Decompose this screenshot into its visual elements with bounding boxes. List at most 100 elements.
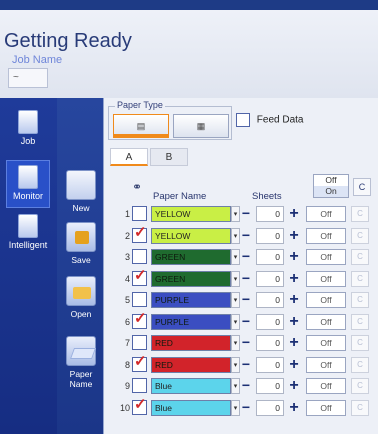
checkmark-icon: ✓	[134, 352, 147, 370]
off-toggle-button[interactable]: Off	[306, 313, 346, 330]
paper-name-field[interactable]: RED	[151, 335, 231, 351]
off-toggle-button[interactable]: Off	[306, 378, 346, 394]
paper-name-field[interactable]: GREEN	[151, 270, 231, 287]
paper-stack-icon: ▤	[136, 121, 146, 131]
off-toggle-button[interactable]: Off	[306, 227, 346, 244]
clear-button[interactable]: C	[351, 399, 369, 416]
sheets-field[interactable]: 0	[256, 378, 284, 394]
paper-stack-icon-2: ▦	[196, 121, 206, 131]
row-checkbox[interactable]	[132, 378, 147, 393]
row-checkbox[interactable]: ✓	[132, 225, 147, 243]
clear-button[interactable]: C	[351, 378, 369, 394]
off-toggle-button[interactable]: Off	[306, 292, 346, 308]
row-checkbox[interactable]: ✓	[132, 352, 147, 372]
row-checkbox[interactable]	[132, 292, 147, 307]
paper-name-button[interactable]: Paper Name	[62, 336, 100, 389]
sheets-field[interactable]: 0	[256, 249, 284, 265]
sheets-field[interactable]: 0	[256, 206, 284, 222]
sheets-field[interactable]: 0	[256, 313, 284, 330]
increment-button[interactable]: +	[285, 378, 303, 394]
clear-button[interactable]: C	[351, 249, 369, 265]
increment-button[interactable]: +	[285, 399, 303, 416]
nav-intelligent-button[interactable]: Intelligent	[6, 210, 50, 258]
decrement-button[interactable]: −	[237, 314, 255, 330]
row-checkbox[interactable]: ✓	[132, 311, 147, 329]
nav-job-button[interactable]: Job	[6, 106, 50, 154]
row-number: 2	[124, 230, 130, 241]
sheets-field[interactable]: 0	[256, 227, 284, 244]
sheets-field[interactable]: 0	[256, 335, 284, 351]
save-button[interactable]: Save	[62, 222, 100, 265]
paper-name-field[interactable]: YELLOW	[151, 227, 231, 244]
sheets-field[interactable]: 0	[256, 356, 284, 373]
decrement-button[interactable]: −	[237, 378, 255, 394]
nav-monitor-button[interactable]: Monitor	[6, 160, 50, 208]
job-name-field[interactable]: ~	[8, 68, 48, 88]
off-toggle-button[interactable]: Off	[306, 270, 346, 287]
off-toggle-button[interactable]: Off	[306, 356, 346, 373]
clear-button[interactable]: C	[351, 270, 369, 287]
paper-name-field[interactable]: RED	[151, 356, 231, 373]
row-checkbox[interactable]: ✓	[132, 268, 147, 286]
decrement-button[interactable]: −	[237, 206, 255, 222]
tab-b[interactable]: B	[150, 148, 188, 166]
increment-button[interactable]: +	[285, 249, 303, 265]
sheets-field[interactable]: 0	[256, 399, 284, 416]
open-label: Open	[70, 309, 92, 319]
paper-name-field[interactable]: PURPLE	[151, 292, 231, 308]
decrement-button[interactable]: −	[237, 249, 255, 265]
decrement-button[interactable]: −	[237, 271, 255, 287]
feed-data-label: Feed Data	[256, 114, 304, 126]
sheets-field[interactable]: 0	[256, 270, 284, 287]
paper-name-label: Paper Name	[69, 369, 93, 389]
header: Getting Ready Job Name ~	[0, 10, 382, 98]
paper-type-option-1[interactable]: ▤	[113, 114, 169, 138]
increment-button[interactable]: +	[285, 270, 303, 287]
clear-button[interactable]: C	[351, 227, 369, 244]
clear-button[interactable]: C	[351, 206, 369, 222]
clear-button[interactable]: C	[351, 313, 369, 330]
clear-button[interactable]: C	[351, 335, 369, 351]
increment-button[interactable]: +	[285, 313, 303, 330]
increment-button[interactable]: +	[285, 227, 303, 244]
increment-button[interactable]: +	[285, 206, 303, 222]
paper-name-field[interactable]: GREEN	[151, 249, 231, 265]
clear-button[interactable]: C	[351, 356, 369, 373]
off-toggle-button[interactable]: Off	[306, 335, 346, 351]
feed-data-box[interactable]	[236, 113, 250, 127]
paper-name-field[interactable]: YELLOW	[151, 206, 231, 222]
paper-name-field[interactable]: Blue	[151, 378, 231, 394]
save-label: Save	[71, 255, 91, 265]
row-checkbox[interactable]	[132, 335, 147, 350]
increment-button[interactable]: +	[285, 335, 303, 351]
clear-button[interactable]: C	[351, 292, 369, 308]
off-toggle-button[interactable]: Off	[306, 399, 346, 416]
document-icon	[18, 110, 38, 134]
new-button[interactable]: New	[62, 170, 100, 213]
paper-type-option-2[interactable]: ▦	[173, 114, 229, 138]
row-checkbox[interactable]: ✓	[132, 397, 147, 415]
intelligent-icon	[18, 214, 38, 238]
sheets-field[interactable]: 0	[256, 292, 284, 308]
increment-button[interactable]: +	[285, 356, 303, 373]
nav-monitor-label: Monitor	[12, 191, 43, 201]
feed-data-checkbox[interactable]: Feed Data	[236, 113, 303, 127]
job-name-label: Job Name	[12, 54, 63, 66]
decrement-button[interactable]: −	[237, 292, 255, 308]
tab-a[interactable]: A	[110, 148, 148, 166]
decrement-button[interactable]: −	[237, 228, 255, 244]
decrement-button[interactable]: −	[237, 357, 255, 373]
off-on-header-toggle[interactable]: Off On	[313, 174, 349, 198]
paper-name-field[interactable]: Blue	[151, 399, 231, 416]
row-checkbox[interactable]	[132, 206, 147, 221]
decrement-button[interactable]: −	[237, 335, 255, 351]
off-toggle-button[interactable]: Off	[306, 206, 346, 222]
row-checkbox[interactable]	[132, 249, 147, 264]
off-toggle-button[interactable]: Off	[306, 249, 346, 265]
open-button[interactable]: Open	[62, 276, 100, 319]
decrement-button[interactable]: −	[237, 400, 255, 416]
clear-all-button[interactable]: C	[353, 178, 371, 196]
paper-type-legend: Paper Type	[115, 100, 165, 110]
increment-button[interactable]: +	[285, 292, 303, 308]
paper-name-field[interactable]: PURPLE	[151, 313, 231, 330]
